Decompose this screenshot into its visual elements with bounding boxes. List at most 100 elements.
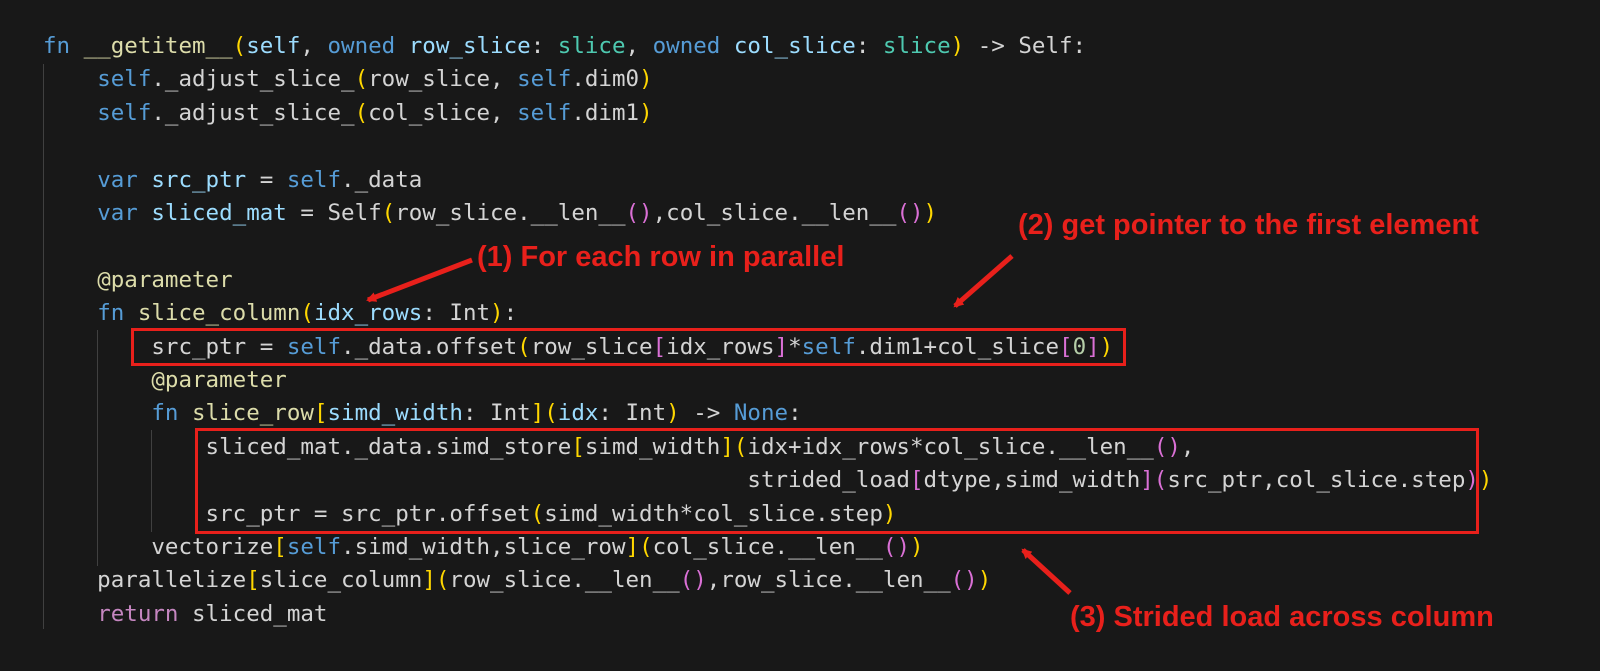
- code-token: (: [354, 66, 369, 93]
- code-token: ,col_slice.__len__: [652, 200, 897, 226]
- code-token: (: [435, 567, 450, 594]
- code-token: .dim0: [571, 66, 640, 93]
- code-token: :: [855, 33, 883, 59]
- code-line: parallelize[slice_column](row_slice.__le…: [43, 564, 991, 597]
- code-token: slice: [882, 33, 951, 59]
- code-token: ): [923, 200, 938, 226]
- code-token: ._adjust_slice_: [151, 99, 355, 126]
- code-token: self: [97, 99, 152, 126]
- code-token: row_slice,: [368, 66, 518, 93]
- code-token: (: [639, 534, 653, 560]
- code-token: :: [788, 400, 802, 427]
- highlight-box-strided-load: [195, 428, 1479, 534]
- code-token: slice_row: [192, 400, 314, 427]
- code-token: .simd_width,slice_row: [341, 534, 626, 560]
- code-line: var sliced_mat = Self(row_slice.__len__(…: [43, 197, 937, 230]
- code-token: owned: [327, 33, 409, 59]
- annotation-1-label: (1) For each row in parallel: [477, 241, 845, 273]
- code-token: (): [679, 567, 707, 594]
- arrow-3: [1021, 548, 1072, 595]
- code-token: fn: [151, 400, 193, 427]
- code-line: self._adjust_slice_(row_slice, self.dim0…: [43, 63, 653, 96]
- code-editor: fn __getitem__(self, owned row_slice: sl…: [0, 0, 1600, 671]
- code-token: ,: [625, 33, 653, 59]
- code-token: (): [625, 200, 653, 226]
- code-token: ._adjust_slice_: [151, 66, 355, 93]
- code-token: slice: [557, 33, 626, 59]
- code-token: [: [246, 567, 260, 594]
- code-token: src_ptr: [151, 166, 247, 193]
- highlight-box-pointer: [131, 328, 1126, 366]
- code-line: fn slice_row[simd_width: Int](idx: Int) …: [43, 397, 802, 430]
- code-token: ): [490, 300, 504, 327]
- code-token: return: [97, 600, 193, 627]
- code-token: row_slice: [408, 33, 531, 59]
- code-token: var: [97, 166, 152, 193]
- code-token: self: [517, 99, 572, 126]
- code-token: : Int: [422, 300, 491, 327]
- code-line: vectorize[self.simd_width,slice_row](col…: [43, 531, 924, 564]
- code-token: slice_column: [137, 300, 301, 327]
- code-token: ,: [300, 33, 328, 59]
- code-token: ]: [625, 534, 640, 560]
- code-token: (: [232, 33, 247, 59]
- code-line: fn slice_column(idx_rows: Int):: [43, 297, 517, 330]
- code-token: :: [503, 300, 518, 327]
- code-line: var src_ptr = self._data: [43, 164, 422, 197]
- code-token: ]: [422, 567, 436, 594]
- code-token: ): [639, 66, 653, 93]
- code-token: ._data: [341, 166, 423, 193]
- code-token: : Int: [462, 400, 531, 427]
- code-token: ): [639, 99, 653, 126]
- code-token: self: [97, 66, 152, 93]
- code-token: fn: [97, 300, 138, 327]
- code-line: fn __getitem__(self, owned row_slice: sl…: [43, 30, 1086, 63]
- code-line: @parameter: [43, 264, 233, 297]
- code-token: row_slice.__len__: [449, 567, 680, 594]
- code-token: self: [286, 166, 342, 193]
- code-token: ): [666, 400, 680, 427]
- code-token: -> Self:: [964, 33, 1087, 59]
- code-token: __getitem__: [83, 33, 233, 59]
- code-token: col_slice.__len__: [652, 534, 883, 560]
- code-token: ]: [530, 400, 545, 427]
- code-token: ): [910, 534, 924, 560]
- annotation-3-label: (3) Strided load across column: [1070, 601, 1494, 633]
- code-token: : Int: [598, 400, 667, 427]
- code-token: =: [246, 166, 287, 193]
- code-token: .dim1: [571, 99, 640, 126]
- arrow-1: [366, 257, 473, 303]
- code-token: ): [1478, 467, 1493, 494]
- code-token: ,row_slice.__len__: [706, 567, 951, 594]
- code-token: (): [882, 534, 910, 560]
- code-token: var: [97, 200, 152, 226]
- code-token: None: [733, 400, 789, 427]
- code-token: vectorize: [43, 534, 274, 560]
- code-token: owned: [652, 33, 734, 59]
- code-token: idx: [557, 400, 599, 427]
- annotation-2-label: (2) get pointer to the first element: [1018, 209, 1479, 241]
- code-token: self: [517, 66, 572, 93]
- code-token: [: [273, 534, 287, 560]
- arrow-2: [953, 254, 1014, 308]
- code-line: self._adjust_slice_(col_slice, self.dim1…: [43, 97, 653, 130]
- code-token: simd_width: [327, 400, 463, 427]
- code-token: @parameter: [97, 266, 233, 293]
- code-token: self: [286, 534, 342, 560]
- code-token: (: [300, 300, 314, 327]
- code-token: self: [246, 33, 301, 59]
- code-token: :: [530, 33, 558, 59]
- code-token: (: [381, 200, 396, 226]
- code-token: ): [950, 33, 965, 59]
- code-token: slice_column: [259, 567, 423, 594]
- code-line: @parameter: [43, 364, 287, 397]
- code-token: col_slice,: [368, 99, 518, 126]
- code-token: @parameter: [151, 367, 287, 393]
- code-token: (): [950, 567, 978, 594]
